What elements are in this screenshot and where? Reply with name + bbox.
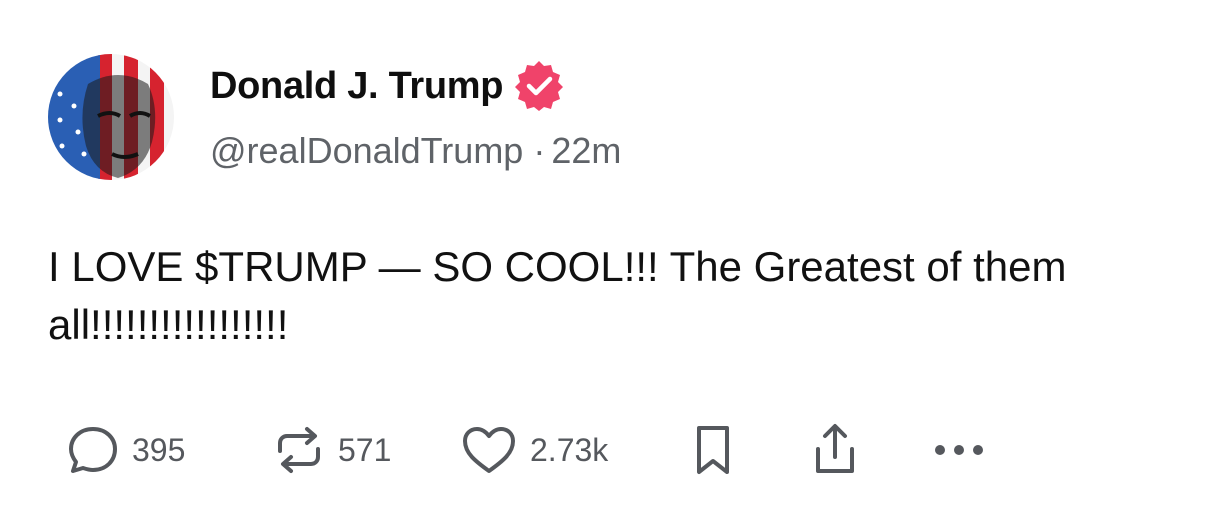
- post-meta: @realDonaldTrump · 22m: [210, 130, 621, 172]
- post-card: Donald J. Trump @realDonaldTrump · 22m I L…: [0, 0, 1206, 509]
- verified-badge-icon: [513, 60, 565, 112]
- reply-button[interactable]: 395: [66, 423, 185, 477]
- bookmark-icon: [690, 422, 736, 478]
- heart-icon: [460, 423, 518, 477]
- comment-icon: [66, 423, 120, 477]
- more-icon: [932, 440, 986, 460]
- meta-separator: ·: [533, 130, 546, 171]
- like-button[interactable]: 2.73k: [460, 423, 608, 477]
- repost-count: 571: [338, 431, 392, 468]
- reply-count: 395: [132, 431, 186, 468]
- share-button[interactable]: [810, 421, 860, 479]
- bookmark-button[interactable]: [690, 422, 736, 478]
- repost-icon: [272, 423, 326, 477]
- author-name[interactable]: Donald J. Trump: [210, 60, 565, 112]
- post-text: I LOVE $TRUMP — SO COOL!!! The Greatest …: [48, 243, 1067, 348]
- avatar-image: [48, 54, 174, 180]
- more-options-button[interactable]: [932, 440, 986, 460]
- author-name-text: Donald J. Trump: [210, 64, 504, 107]
- author-handle[interactable]: @realDonaldTrump: [210, 130, 523, 171]
- share-icon: [810, 421, 860, 479]
- repost-button[interactable]: 571: [272, 423, 391, 477]
- avatar[interactable]: [48, 54, 174, 180]
- post-timestamp[interactable]: 22m: [551, 130, 621, 171]
- like-count: 2.73k: [530, 431, 609, 468]
